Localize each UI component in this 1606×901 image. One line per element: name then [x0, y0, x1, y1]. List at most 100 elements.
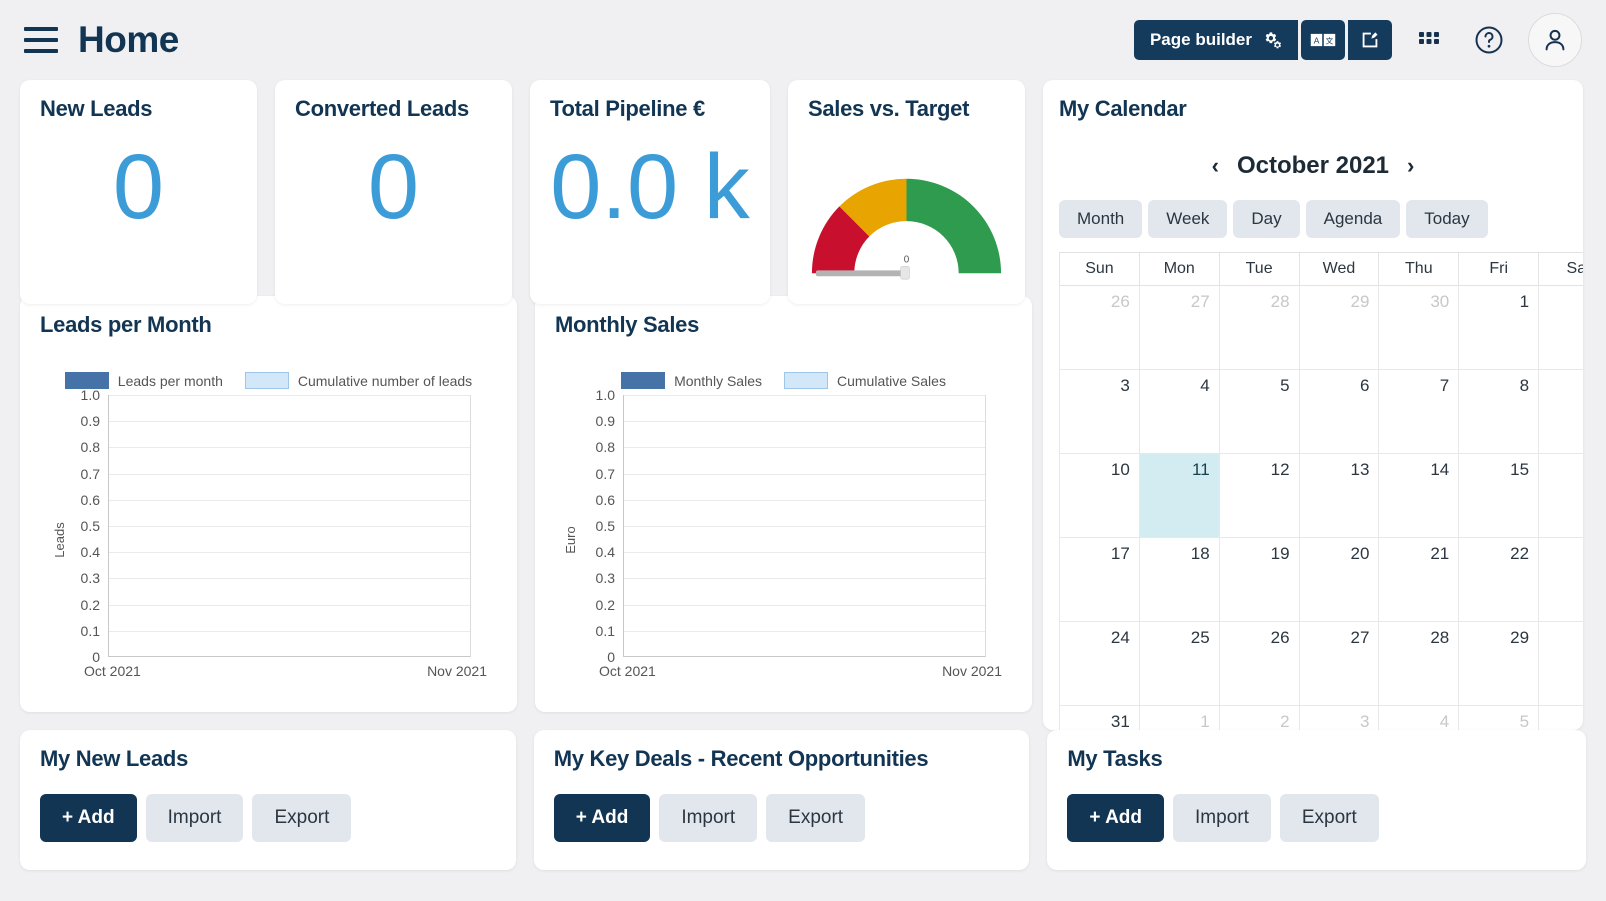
- apps-grid-button[interactable]: [1406, 17, 1452, 63]
- calendar-day-cell[interactable]: 2: [1538, 285, 1583, 370]
- row-charts: Leads per Month Leads per month Cumulati…: [20, 296, 1052, 712]
- chart-ytick: 0.3: [595, 570, 615, 587]
- calendar-view-buttons: Month Week Day Agenda Today: [1059, 200, 1583, 238]
- chart-yticks: 1.0 0.9 0.8 0.7 0.6 0.5 0.4 0.3 0.2 0.1 0: [62, 387, 104, 665]
- calendar-day-cell[interactable]: 15: [1458, 453, 1540, 538]
- chart-gridline: [624, 473, 985, 475]
- export-button[interactable]: Export: [252, 794, 352, 842]
- svg-text:A: A: [1314, 35, 1320, 45]
- calendar-day-cell[interactable]: 28: [1218, 285, 1300, 370]
- chart-ytick: 0.2: [80, 596, 100, 613]
- calendar-day-cell[interactable]: 13: [1298, 453, 1380, 538]
- calendar-day-cell[interactable]: 6: [1298, 369, 1380, 454]
- help-button[interactable]: [1466, 17, 1512, 63]
- add-button[interactable]: + Add: [553, 794, 651, 842]
- calendar-day-cell[interactable]: 19: [1218, 537, 1300, 622]
- calendar-day-cell[interactable]: 17: [1059, 537, 1140, 622]
- calendar-day-cell[interactable]: 4: [1138, 369, 1220, 454]
- import-button[interactable]: Import: [145, 794, 244, 842]
- chart-gridline: [624, 526, 985, 527]
- edit-button[interactable]: [1348, 20, 1392, 60]
- chart-gridline: [109, 421, 470, 423]
- header-button-group: Page builder A 文: [1133, 20, 1392, 60]
- calendar-day-cell[interactable]: 7: [1378, 369, 1460, 454]
- import-button[interactable]: Import: [659, 794, 758, 842]
- calendar-day-cell[interactable]: 14: [1378, 453, 1460, 538]
- calendar-day-cell[interactable]: 26: [1218, 621, 1300, 706]
- kpi-card-total-pipeline: Total Pipeline € 0.0 k: [530, 80, 770, 304]
- panel-title: My New Leads: [40, 746, 189, 771]
- page-builder-button[interactable]: Page builder: [1133, 20, 1298, 60]
- chart-gridline: [109, 447, 470, 449]
- calendar-day-cell[interactable]: 28: [1378, 621, 1460, 706]
- calendar-day-cell[interactable]: 18: [1138, 537, 1220, 622]
- calendar-day-cell[interactable]: 27: [1298, 621, 1380, 706]
- calendar-day-cell[interactable]: 20: [1298, 537, 1380, 622]
- kpi-title: Total Pipeline €: [550, 96, 705, 121]
- calendar-view-today[interactable]: Today: [1406, 200, 1488, 238]
- chart-card-leads-per-month: Leads per Month Leads per month Cumulati…: [20, 296, 517, 712]
- chart-xtick: Nov 2021: [427, 663, 487, 679]
- panel-actions: + Add Import Export: [1067, 794, 1566, 842]
- calendar-day-cell[interactable]: 2: [1218, 705, 1300, 730]
- calendar-day-cell[interactable]: 5: [1218, 369, 1300, 454]
- calendar-day-cell[interactable]: 10: [1059, 453, 1140, 538]
- calendar-day-cell[interactable]: 25: [1138, 621, 1220, 706]
- kpi-title: Converted Leads: [295, 96, 469, 121]
- panel-my-tasks: My Tasks + Add Import Export: [1047, 730, 1586, 870]
- calendar-day-cell[interactable]: 22: [1458, 537, 1540, 622]
- calendar-title: My Calendar: [1059, 96, 1187, 121]
- chart-gridline: [624, 447, 985, 449]
- calendar-day-cell[interactable]: 16: [1538, 453, 1583, 538]
- apps-grid-icon: [1419, 32, 1439, 44]
- account-avatar[interactable]: [1528, 13, 1582, 67]
- calendar-day-cell[interactable]: 21: [1378, 537, 1460, 622]
- import-button[interactable]: Import: [1173, 794, 1271, 842]
- panel-actions: + Add Import Export: [40, 794, 496, 842]
- chart-yticks: 1.0 0.9 0.8 0.7 0.6 0.5 0.4 0.3 0.2 0.1 0: [577, 387, 619, 665]
- calendar-day-cell[interactable]: 4: [1378, 705, 1460, 730]
- calendar-day-cell[interactable]: 31: [1059, 705, 1140, 730]
- calendar-day-cell[interactable]: 3: [1298, 705, 1380, 730]
- calendar-day-cell[interactable]: 5: [1458, 705, 1540, 730]
- calendar-view-week[interactable]: Week: [1148, 200, 1228, 238]
- calendar-view-month[interactable]: Month: [1059, 200, 1143, 238]
- hamburger-icon[interactable]: [24, 27, 58, 53]
- calendar-day-cell[interactable]: 27: [1138, 285, 1220, 370]
- chart-gridline: [109, 552, 470, 554]
- calendar-day-cell[interactable]: 8: [1458, 369, 1540, 454]
- calendar-week-row: 31123456: [1059, 705, 1583, 730]
- calendar-view-agenda[interactable]: Agenda: [1305, 200, 1401, 238]
- calendar-weekday: Wed: [1298, 252, 1380, 286]
- legend-swatch: [621, 372, 666, 389]
- calendar-day-cell[interactable]: 1: [1138, 705, 1220, 730]
- calendar-day-cell[interactable]: 29: [1458, 621, 1540, 706]
- calendar-day-cell[interactable]: 23: [1538, 537, 1583, 622]
- chevron-right-icon[interactable]: ›: [1407, 153, 1414, 179]
- calendar-day-cell[interactable]: 6: [1538, 705, 1583, 730]
- chart-ytick: 0.5: [595, 518, 615, 534]
- chart-gridline: [624, 630, 985, 632]
- chart-ytick: 1.0: [80, 387, 100, 403]
- calendar-day-cell[interactable]: 29: [1298, 285, 1380, 370]
- translate-button[interactable]: A 文: [1301, 20, 1345, 60]
- chart-gridline: [109, 604, 470, 606]
- add-button[interactable]: + Add: [40, 794, 137, 842]
- legend-swatch: [784, 372, 828, 389]
- add-button[interactable]: + Add: [1067, 794, 1165, 842]
- export-button[interactable]: Export: [1279, 794, 1379, 842]
- calendar-day-cell[interactable]: 24: [1059, 621, 1140, 706]
- calendar-day-cell[interactable]: 12: [1218, 453, 1300, 538]
- calendar-day-cell[interactable]: 26: [1059, 285, 1140, 370]
- calendar-day-cell[interactable]: 30: [1538, 621, 1583, 706]
- chevron-left-icon[interactable]: ‹: [1212, 153, 1219, 179]
- calendar-day-cell[interactable]: 9: [1538, 369, 1583, 454]
- calendar-day-cell[interactable]: 30: [1378, 285, 1460, 370]
- calendar-day-cell[interactable]: 3: [1059, 369, 1140, 454]
- export-button[interactable]: Export: [766, 794, 866, 842]
- calendar-view-day[interactable]: Day: [1233, 200, 1300, 238]
- calendar-day-cell[interactable]: 1: [1458, 285, 1540, 370]
- calendar-day-cell[interactable]: 11: [1138, 453, 1220, 538]
- calendar-body: 2627282930123456789101112131415161718192…: [1059, 285, 1583, 730]
- calendar-month-label: October 2021: [1236, 152, 1390, 179]
